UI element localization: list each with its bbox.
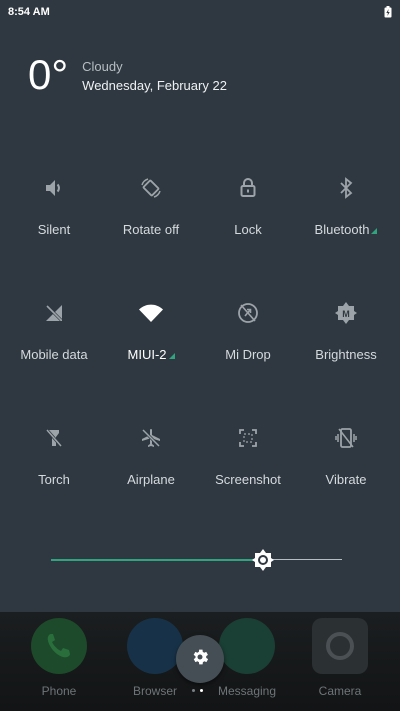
tile-mi-drop[interactable]: Mi Drop (198, 285, 298, 385)
rotate-icon (137, 174, 165, 202)
settings-button[interactable] (176, 635, 224, 683)
dock-label: Phone (41, 684, 77, 698)
tile-label: Mi Drop (225, 347, 271, 362)
tile-lock[interactable]: Lock (198, 160, 298, 260)
tile-label: Lock (234, 222, 262, 237)
tile-label: Bluetooth (314, 222, 370, 237)
dock-phone[interactable]: Phone (9, 612, 109, 711)
airplane-icon (137, 424, 165, 452)
date: Wednesday, February 22 (82, 78, 227, 93)
tile-label: Torch (38, 472, 70, 487)
mi-drop-icon (234, 299, 262, 327)
dock-label: Camera (318, 684, 362, 698)
browser-icon (127, 618, 183, 674)
tile-label: Mobile data (20, 347, 88, 362)
dock-label: Messaging (217, 684, 277, 698)
tile-label: MIUI-2 (127, 347, 167, 362)
tile-vibrate[interactable]: Vibrate (296, 410, 396, 510)
battery-charging-icon (384, 6, 392, 18)
tile-label: Airplane (127, 472, 175, 487)
messaging-icon (219, 618, 275, 674)
tile-airplane[interactable]: Airplane (101, 410, 201, 510)
slider-fill (51, 559, 263, 561)
tile-wifi[interactable]: MIUI-2 (101, 285, 201, 385)
page-indicator (192, 689, 203, 692)
auto-brightness-icon: M (332, 299, 360, 327)
phone-icon (31, 618, 87, 674)
tile-label: Screenshot (215, 472, 281, 487)
tile-mobile-data[interactable]: Mobile data (4, 285, 104, 385)
mobile-data-off-icon (40, 299, 68, 327)
page-dot-active (200, 689, 203, 692)
page-dot (192, 689, 195, 692)
temperature: 0° (28, 51, 69, 98)
weather-widget[interactable]: 0° Cloudy Wednesday, February 22 (28, 52, 227, 98)
tile-torch[interactable]: Torch (4, 410, 104, 510)
dock-camera[interactable]: Camera (290, 612, 390, 711)
brightness-thumb-icon[interactable] (251, 548, 275, 572)
svg-text:M: M (342, 309, 350, 319)
tile-label-row: Bluetooth (315, 222, 378, 237)
tile-brightness[interactable]: M Brightness (296, 285, 396, 385)
tile-label: Vibrate (325, 472, 367, 487)
tile-screenshot[interactable]: Screenshot (198, 410, 298, 510)
volume-icon (40, 174, 68, 202)
lock-icon (234, 174, 262, 202)
torch-icon (40, 424, 68, 452)
camera-icon (312, 618, 368, 674)
screenshot-icon (234, 424, 262, 452)
status-bar: 8:54 AM (0, 0, 400, 24)
dock-label: Browser (132, 684, 177, 698)
expand-indicator-icon (371, 228, 378, 234)
tile-bluetooth[interactable]: Bluetooth (296, 160, 396, 260)
bluetooth-icon (332, 174, 360, 202)
status-time: 8:54 AM (8, 6, 50, 18)
weather-condition: Cloudy (82, 59, 123, 74)
tile-label-row: MIUI-2 (128, 347, 175, 362)
vibrate-icon (332, 424, 360, 452)
tile-label: Silent (37, 222, 71, 237)
wifi-icon (137, 299, 165, 327)
gear-icon (190, 647, 210, 672)
brightness-slider[interactable] (51, 548, 342, 572)
tile-rotate[interactable]: Rotate off (101, 160, 201, 260)
tile-label: Rotate off (122, 222, 180, 237)
expand-indicator-icon (168, 353, 175, 359)
tile-label: Brightness (315, 347, 377, 362)
tile-silent[interactable]: Silent (4, 160, 104, 260)
